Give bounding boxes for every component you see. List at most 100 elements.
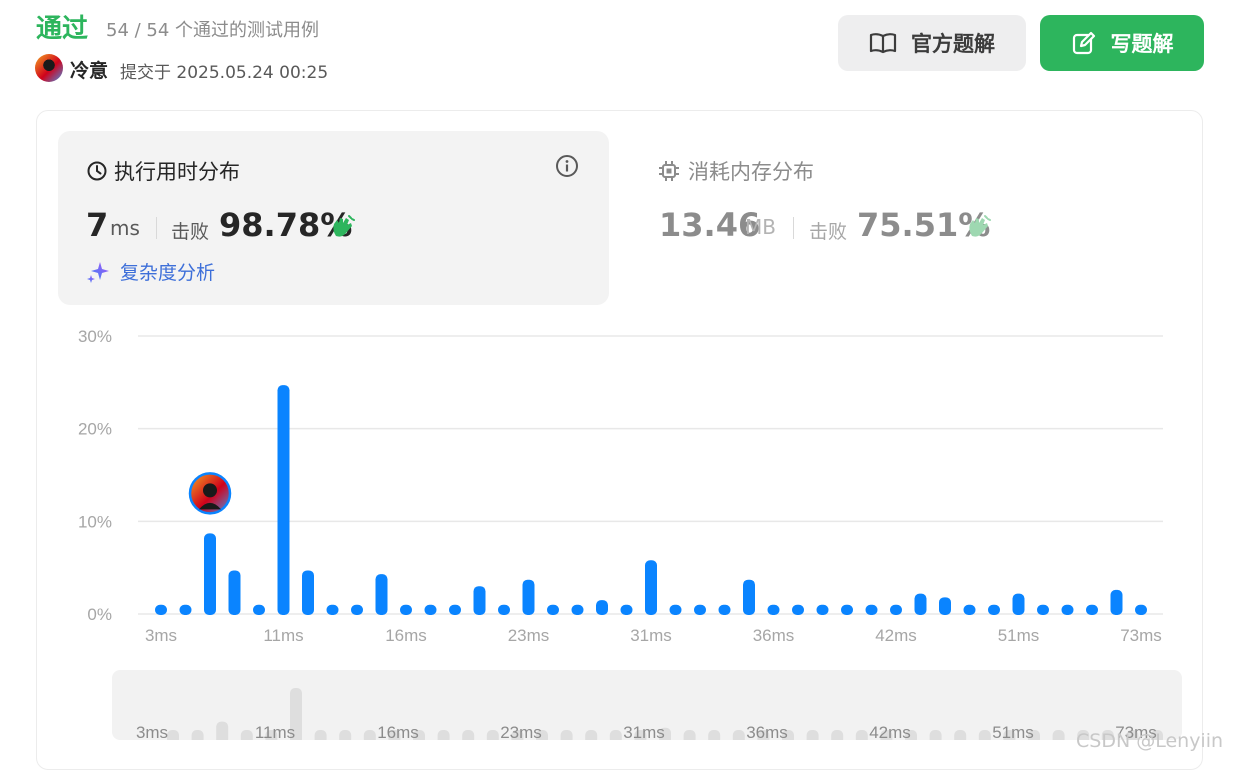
- official-solution-label: 官方题解: [911, 32, 995, 56]
- brush-bar: [978, 730, 991, 740]
- brush-bar: [855, 730, 868, 740]
- edit-icon: [1072, 31, 1095, 55]
- runtime-beat-label: 击败: [171, 221, 210, 243]
- brush-bar: [585, 730, 598, 740]
- brush-bar: [363, 730, 376, 740]
- memory-beat-label: 击败: [809, 221, 848, 243]
- brush-bar: [167, 730, 179, 740]
- divider: [793, 217, 794, 239]
- y-tick-label: 30%: [78, 327, 112, 346]
- chart-bar: [963, 604, 976, 615]
- avatar-silhouette: [203, 483, 217, 498]
- complexity-analysis-link[interactable]: 复杂度分析: [86, 258, 215, 285]
- username[interactable]: 冷意: [70, 56, 108, 83]
- brush-tick-label: 16ms: [377, 723, 419, 740]
- brush-tick-label: 31ms: [623, 723, 665, 740]
- chart-bar: [1037, 604, 1049, 615]
- chart-bar: [253, 604, 265, 615]
- memory-tab[interactable]: 消耗内存分布: [658, 156, 814, 186]
- brush-bar: [437, 730, 450, 740]
- watermark: CSDN @Lenyiin: [1076, 730, 1224, 752]
- brush-bar: [732, 730, 745, 740]
- x-tick-label: 11ms: [263, 626, 303, 645]
- chart-range-brush[interactable]: 3ms 11ms 16ms 23ms 31ms 36ms 42ms 51ms 73ms: [112, 670, 1182, 740]
- brush-bar: [486, 730, 499, 740]
- chart-bar: [326, 604, 339, 615]
- test-case-count: 54 / 54 个通过的测试用例: [106, 20, 320, 41]
- brush-bar: [929, 730, 942, 740]
- chart-bar: [792, 604, 804, 615]
- chart-bar: [1110, 589, 1123, 615]
- brush-bar: [560, 730, 573, 740]
- chart-bar: [449, 604, 461, 615]
- brush-bar: [339, 730, 352, 740]
- brush-tick-label: 23ms: [500, 723, 542, 740]
- chart-bar: [890, 604, 902, 615]
- chart-bar: [694, 604, 706, 615]
- x-tick-label: 3ms: [145, 626, 177, 645]
- chart-bar: [277, 385, 290, 615]
- runtime-title-text: 执行用时分布: [114, 160, 240, 184]
- chart-bar: [1012, 593, 1025, 615]
- chart-bar: [718, 604, 731, 615]
- runtime-value: 7: [86, 206, 109, 244]
- write-solution-button[interactable]: 写题解: [1040, 15, 1204, 71]
- chart-bar: [865, 604, 878, 615]
- chart-bar: [179, 604, 192, 615]
- chart-bar: [498, 604, 510, 615]
- chart-bar: [939, 597, 951, 615]
- x-tick-label: 16ms: [385, 626, 427, 645]
- sparkle-icon: [87, 261, 109, 283]
- avatar[interactable]: [35, 54, 63, 82]
- chart-bar: [914, 593, 927, 615]
- x-tick-label: 31ms: [630, 626, 672, 645]
- brush-bar: [1052, 730, 1065, 740]
- brush-bar: [609, 730, 622, 740]
- submit-time: 提交于 2025.05.24 00:25: [120, 63, 329, 83]
- chart-bar: [228, 570, 241, 615]
- chart-bar: [302, 570, 314, 615]
- memory-unit: MB: [745, 215, 776, 239]
- chart-bar: [522, 579, 535, 615]
- brush-bar: [216, 721, 229, 740]
- chart-bar: [1135, 604, 1147, 615]
- brush-bar: [954, 730, 967, 740]
- chart-bar: [351, 604, 363, 615]
- chart-bar: [743, 579, 755, 615]
- runtime-distribution-chart[interactable]: 30% 20% 10% 0% 3ms 11ms 16ms 23ms 31ms 36ms 42ms 51…: [60, 320, 1170, 660]
- brush-bar: [240, 730, 253, 740]
- chart-bar: [620, 604, 633, 615]
- brush-bar: [806, 730, 819, 740]
- brush-bar: [462, 730, 475, 740]
- chart-bar: [767, 604, 780, 615]
- chart-bar: [375, 574, 388, 615]
- chart-bar: [1086, 604, 1098, 615]
- official-solution-button[interactable]: 官方题解: [838, 15, 1026, 71]
- brush-tick-label: 36ms: [746, 723, 788, 740]
- cpu-icon: [659, 161, 679, 181]
- chart-bar: [547, 604, 559, 615]
- brush-bar: [314, 730, 327, 740]
- chart-bar: [571, 604, 584, 615]
- clock-icon: [87, 161, 107, 181]
- brush-bar: [191, 730, 204, 740]
- runtime-title: 执行用时分布: [86, 156, 240, 186]
- info-icon[interactable]: [555, 154, 579, 178]
- brush-tick-label: 51ms: [992, 723, 1034, 740]
- brush-tick-label: 3ms: [136, 723, 168, 740]
- chart-bar: [424, 604, 437, 615]
- x-tick-label: 23ms: [508, 626, 550, 645]
- brush-bar: [683, 730, 696, 740]
- y-tick-label: 20%: [78, 420, 112, 439]
- brush-bar: [831, 730, 844, 740]
- book-icon: [869, 33, 897, 54]
- runtime-unit: ms: [110, 216, 140, 240]
- chart-bar: [473, 586, 486, 615]
- y-tick-label: 10%: [78, 512, 112, 531]
- chart-bar: [988, 604, 1000, 615]
- chart-bar: [204, 533, 216, 615]
- x-tick-label: 36ms: [753, 626, 795, 645]
- clap-icon: [969, 215, 991, 237]
- complexity-analysis-label: 复杂度分析: [120, 262, 216, 284]
- brush-overview[interactable]: 3ms 11ms 16ms 23ms 31ms 36ms 42ms 51ms 73ms: [112, 670, 1182, 740]
